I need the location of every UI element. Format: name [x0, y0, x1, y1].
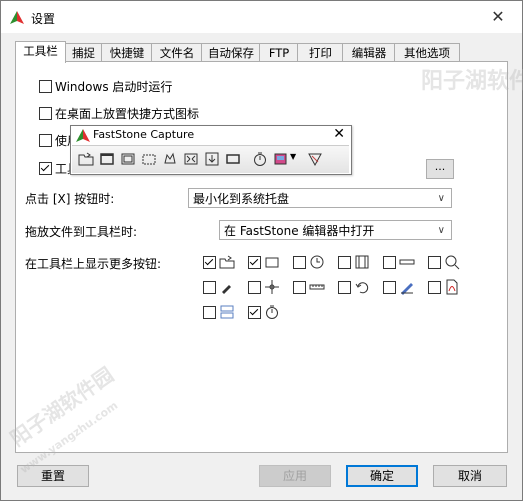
crosshair-icon — [265, 280, 279, 294]
drag-action-select[interactable]: 在 FastStone 编辑器中打开 ∨ — [219, 220, 452, 240]
extra-magnifier-checkbox[interactable] — [428, 256, 441, 269]
drag-action-label: 拖放文件到工具栏时: — [25, 225, 138, 239]
tab-print[interactable]: 打印 — [297, 43, 344, 62]
tab-hotkeys[interactable]: 快捷键 — [101, 43, 153, 62]
extra-crosshair-checkbox[interactable] — [248, 281, 261, 294]
scrolling-window-icon[interactable] — [204, 151, 220, 167]
apply-button[interactable]: 应用 — [259, 465, 331, 487]
open-folder-icon[interactable] — [78, 151, 94, 167]
chevron-down-icon[interactable]: ▼ — [290, 152, 296, 161]
faststone-logo-icon — [76, 129, 90, 142]
app-icon — [10, 11, 24, 24]
ruler-icon — [309, 284, 325, 290]
chevron-down-icon: ∨ — [437, 225, 445, 236]
freehand-region-icon[interactable] — [162, 151, 178, 167]
title-bar: 设置 ✕ — [1, 1, 522, 33]
extra-film-checkbox[interactable] — [383, 256, 396, 269]
floating-toolbar-titlebar[interactable]: FastStone Capture ✕ — [71, 126, 351, 145]
window-title: 设置 — [31, 12, 56, 26]
floating-toolbar-title: FastStone Capture — [93, 128, 195, 141]
extra-layout-checkbox[interactable] — [203, 306, 216, 319]
startup-label: Windows 启动时运行 — [55, 80, 173, 94]
floating-close-icon[interactable]: ✕ — [333, 126, 345, 142]
tab-ftp[interactable]: FTP — [259, 43, 299, 62]
tab-editor[interactable]: 编辑器 — [342, 43, 396, 62]
extra-color-checkbox[interactable] — [203, 281, 216, 294]
drag-action-value: 在 FastStone 编辑器中打开 — [224, 224, 375, 238]
extra-window-checkbox[interactable] — [293, 256, 306, 269]
pdf-icon — [446, 279, 458, 295]
extra-ruler-checkbox[interactable] — [293, 281, 306, 294]
open-folder-icon — [219, 255, 235, 269]
rectangle-icon — [399, 259, 415, 265]
floating-toolbar-buttons: ▼ — [72, 145, 349, 173]
ok-button[interactable]: 确定 — [346, 465, 418, 487]
film-icon — [355, 255, 369, 269]
settings-menu-icon[interactable] — [307, 151, 323, 167]
output-destination-icon[interactable] — [273, 151, 289, 167]
tab-other[interactable]: 其他选项 — [394, 43, 460, 62]
fixed-region-icon[interactable] — [225, 151, 241, 167]
capture-object-icon[interactable] — [120, 151, 136, 167]
capture-region-icon[interactable] — [141, 151, 157, 167]
extra-pdf-checkbox[interactable] — [428, 281, 441, 294]
draw-tool-icon — [401, 283, 413, 295]
extra-region-checkbox[interactable] — [248, 256, 261, 269]
close-action-value: 最小化到系统托盘 — [193, 192, 290, 206]
layout-icon — [220, 305, 234, 319]
more-buttons-label: 在工具栏上显示更多按钮: — [25, 257, 162, 271]
reset-button[interactable]: 重置 — [17, 465, 89, 487]
magnifier-icon — [445, 255, 460, 270]
tab-toolbar[interactable]: 工具栏 — [15, 41, 66, 63]
fullscreen-icon[interactable] — [183, 151, 199, 167]
tab-filename[interactable]: 文件名 — [151, 43, 203, 62]
fourth-checkbox[interactable] — [39, 162, 52, 175]
cancel-button[interactable]: 取消 — [433, 465, 507, 487]
tab-autosave[interactable]: 自动保存 — [201, 43, 261, 62]
more-options-button[interactable]: ... — [426, 159, 454, 179]
close-action-select[interactable]: 最小化到系统托盘 ∨ — [188, 188, 452, 208]
desktop-shortcut-label: 在桌面上放置快捷方式图标 — [55, 107, 200, 121]
desktop-shortcut-checkbox[interactable] — [39, 107, 52, 120]
delay-timer-icon[interactable] — [252, 151, 268, 167]
capture-region-icon — [265, 257, 279, 268]
settings-window: 设置 ✕ 工具栏 捕捉 快捷键 文件名 自动保存 FTP 打印 编辑器 其他选项… — [0, 0, 523, 501]
tab-capture[interactable]: 捕捉 — [64, 43, 103, 62]
extra-open-checkbox[interactable] — [203, 256, 216, 269]
chevron-down-icon: ∨ — [437, 193, 445, 204]
capture-window-icon[interactable] — [99, 151, 115, 167]
startup-checkbox[interactable] — [39, 80, 52, 93]
delay-timer-icon — [266, 305, 278, 319]
extra-timer-checkbox[interactable] — [248, 306, 261, 319]
clock-icon — [310, 255, 324, 269]
close-action-label: 点击 [X] 按钮时: — [25, 192, 115, 206]
color-picker-icon — [222, 285, 231, 294]
third-checkbox[interactable] — [39, 134, 52, 147]
extra-clock-checkbox[interactable] — [338, 256, 351, 269]
extra-draw-checkbox[interactable] — [383, 281, 396, 294]
extra-undo-checkbox[interactable] — [338, 281, 351, 294]
close-icon[interactable]: ✕ — [488, 7, 508, 26]
undo-icon — [355, 282, 369, 294]
floating-capture-toolbar[interactable]: FastStone Capture ✕ ▼ — [70, 125, 352, 175]
